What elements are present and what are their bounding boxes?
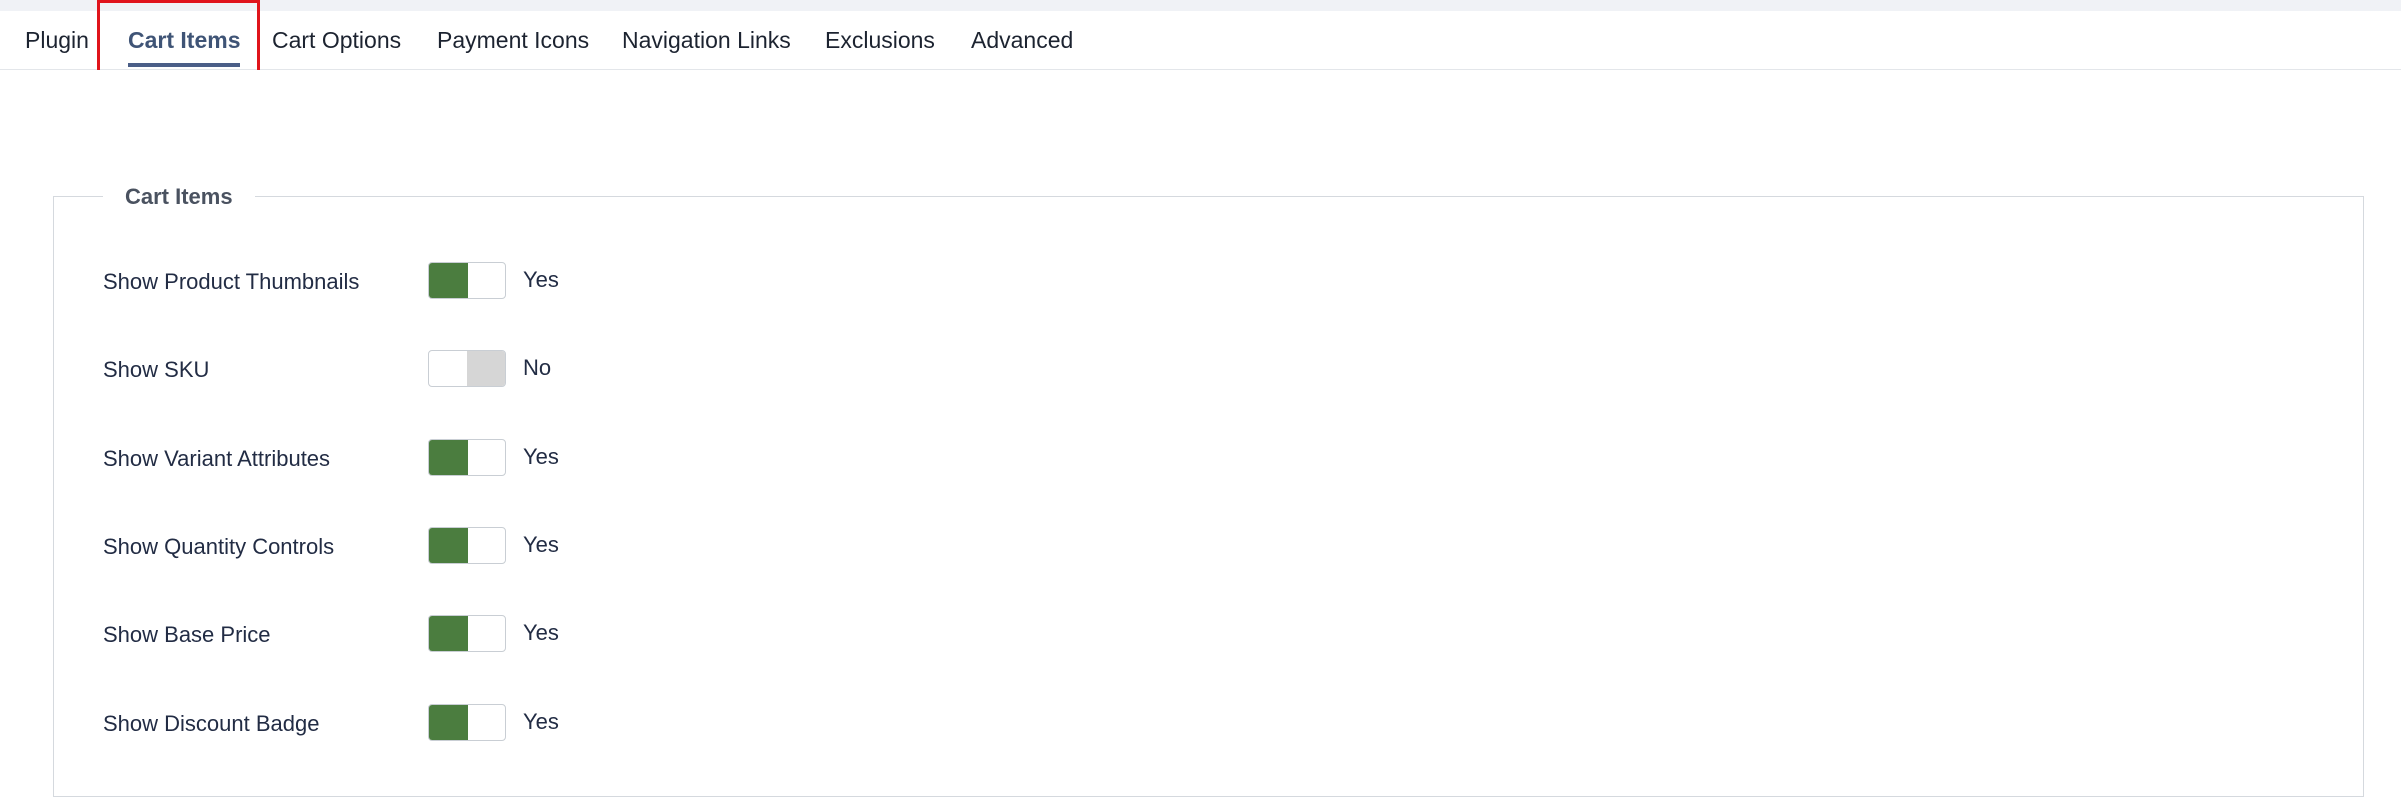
tab-label: Plugin xyxy=(25,27,89,53)
toggle-show-variant-attributes[interactable] xyxy=(428,439,506,476)
toggle-show-base-price[interactable] xyxy=(428,615,506,652)
tab-cart-options[interactable]: Cart Options xyxy=(272,11,401,69)
setting-label: Show Product Thumbnails xyxy=(103,269,360,294)
toggle-state-text: Yes xyxy=(523,532,559,557)
tab-label: Navigation Links xyxy=(622,27,791,53)
tab-cart-items[interactable]: Cart Items xyxy=(128,11,241,69)
toggle-on-indicator xyxy=(429,263,468,298)
toggle-show-discount-badge[interactable] xyxy=(428,704,506,741)
active-tab-underline xyxy=(128,63,241,67)
toggle-state-text: Yes xyxy=(523,267,559,292)
tab-label: Cart Options xyxy=(272,27,402,53)
tab-label: Payment Icons xyxy=(437,27,590,53)
setting-label: Show Quantity Controls xyxy=(103,534,335,559)
toggle-on-indicator xyxy=(429,528,468,563)
setting-label: Show Variant Attributes xyxy=(103,446,331,471)
tab-exclusions[interactable]: Exclusions xyxy=(825,11,935,69)
tab-label: Advanced xyxy=(971,27,1074,53)
toggle-on-indicator xyxy=(429,616,468,651)
setting-label: Show SKU xyxy=(103,357,210,382)
toggle-state-text: Yes xyxy=(523,444,559,469)
toggle-show-sku[interactable] xyxy=(428,350,506,387)
tab-payment-icons[interactable]: Payment Icons xyxy=(437,11,589,69)
toggle-on-indicator xyxy=(429,440,468,475)
tab-navigation-links[interactable]: Navigation Links xyxy=(622,11,791,69)
tab-label: Exclusions xyxy=(825,27,935,53)
fieldset-legend: Cart Items xyxy=(103,181,255,213)
tab-plugin[interactable]: Plugin xyxy=(25,11,89,69)
toggle-show-product-thumbnails[interactable] xyxy=(428,262,506,299)
top-strip xyxy=(0,0,2401,11)
toggle-state-text: No xyxy=(523,355,552,380)
toggle-state-text: Yes xyxy=(523,620,559,645)
tab-advanced[interactable]: Advanced xyxy=(971,11,1073,69)
toggle-state-text: Yes xyxy=(523,709,559,734)
tab-label: Cart Items xyxy=(128,27,241,53)
toggle-show-quantity-controls[interactable] xyxy=(428,527,506,564)
cart-items-fieldset xyxy=(53,196,2364,797)
setting-label: Show Base Price xyxy=(103,622,271,647)
toggle-off-indicator xyxy=(467,351,505,386)
main-content: Cart Items Show Product Thumbnails Yes S… xyxy=(0,70,2401,797)
toggle-on-indicator xyxy=(429,705,468,740)
tab-bar: Plugin Cart Items Cart Options Payment I… xyxy=(0,11,2401,70)
setting-label: Show Discount Badge xyxy=(103,711,320,736)
